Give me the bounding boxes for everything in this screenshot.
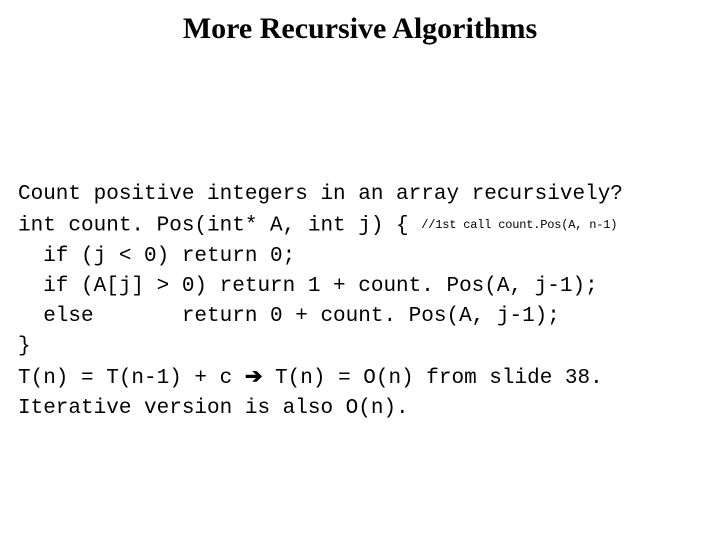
slide-title: More Recursive Algorithms bbox=[0, 12, 720, 46]
code-line-3: if (j < 0) return 0; bbox=[18, 245, 295, 268]
arrow-icon: ➔ bbox=[245, 365, 263, 388]
slide: More Recursive Algorithms Count positive… bbox=[0, 0, 720, 540]
code-line-7-left: T(n) = T(n-1) + c bbox=[18, 367, 245, 390]
code-block: Count positive integers in an array recu… bbox=[18, 150, 710, 424]
code-line-8: Iterative version is also O(n). bbox=[18, 397, 409, 420]
code-line-5: else return 0 + count. Pos(A, j-1); bbox=[18, 305, 560, 328]
code-line-6: } bbox=[18, 335, 31, 358]
code-line-2-main: int count. Pos(int* A, int j) { bbox=[18, 215, 421, 238]
code-line-7-right: T(n) = O(n) from slide 38. bbox=[262, 367, 602, 390]
code-line-1: Count positive integers in an array recu… bbox=[18, 183, 623, 206]
code-line-4: if (A[j] > 0) return 1 + count. Pos(A, j… bbox=[18, 275, 598, 298]
code-line-2-comment: //1st call count.Pos(A, n-1) bbox=[421, 218, 617, 232]
